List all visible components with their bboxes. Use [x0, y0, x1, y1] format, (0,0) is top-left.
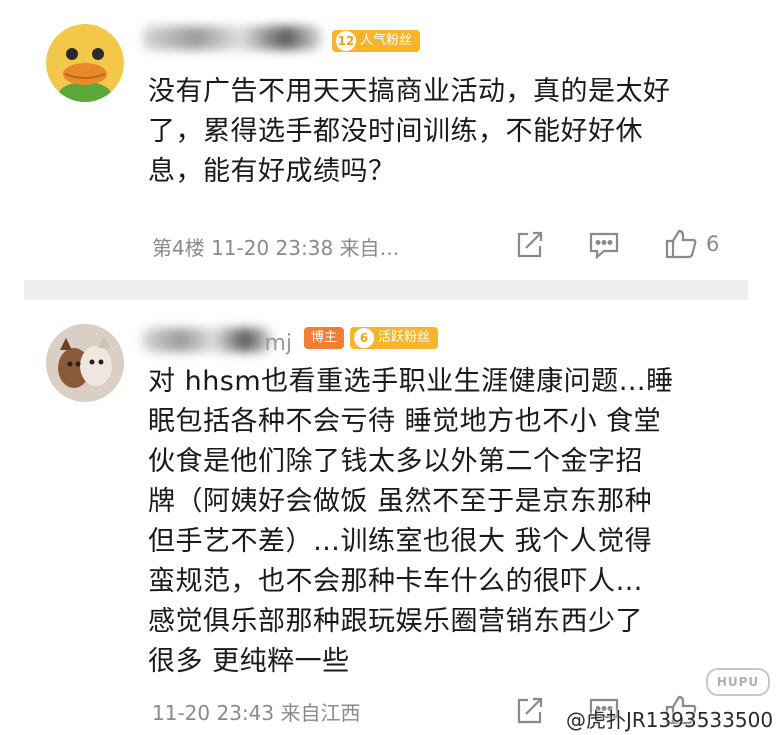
username-tail: mj: [264, 331, 292, 356]
blogger-badge: 博主: [304, 327, 345, 349]
comment-item: 12 人气粉丝 没有广告不用天天搞商业活动，真的是太好 了，累得选手都没时间训练…: [0, 0, 780, 280]
comment-item: mj 博主 6 活跃粉丝 对 hhsm也看重选手职业生涯健康问题…睡 眠包括各种…: [0, 300, 780, 735]
fan-badge[interactable]: 6 活跃粉丝: [350, 327, 439, 349]
comment-text: 对 hhsm也看重选手职业生涯健康问题…睡 眠包括各种不会亏待 睡觉地方也不小 …: [148, 366, 674, 677]
fan-badge-label: 人气粉丝: [360, 33, 413, 48]
comment-meta: 第4楼 11-20 23:38 来自…: [152, 236, 400, 260]
like-count: 6: [706, 232, 720, 256]
comment-text: 没有广告不用天天搞商业活动，真的是太好 了，累得选手都没时间训练，不能好好休 息…: [148, 76, 671, 187]
avatar[interactable]: [46, 24, 124, 102]
avatar[interactable]: [46, 324, 124, 402]
hupu-logo: HUPU: [706, 668, 770, 696]
fan-badge-label: 活跃粉丝: [378, 330, 431, 345]
share-icon[interactable]: [514, 230, 544, 260]
fan-badge[interactable]: 12 人气粉丝: [332, 30, 421, 52]
divider: [24, 280, 748, 300]
username-blurred[interactable]: mj: [142, 322, 292, 356]
fan-level: 12: [336, 31, 356, 51]
share-icon[interactable]: [514, 696, 544, 726]
username-blurred[interactable]: [142, 20, 322, 54]
like-icon[interactable]: [664, 228, 698, 260]
comment-meta: 11-20 23:43 来自江西: [152, 701, 361, 725]
watermark-text: @虎扑JR1393533500: [566, 708, 774, 732]
fan-level: 6: [354, 328, 374, 348]
reply-icon[interactable]: [588, 230, 620, 260]
